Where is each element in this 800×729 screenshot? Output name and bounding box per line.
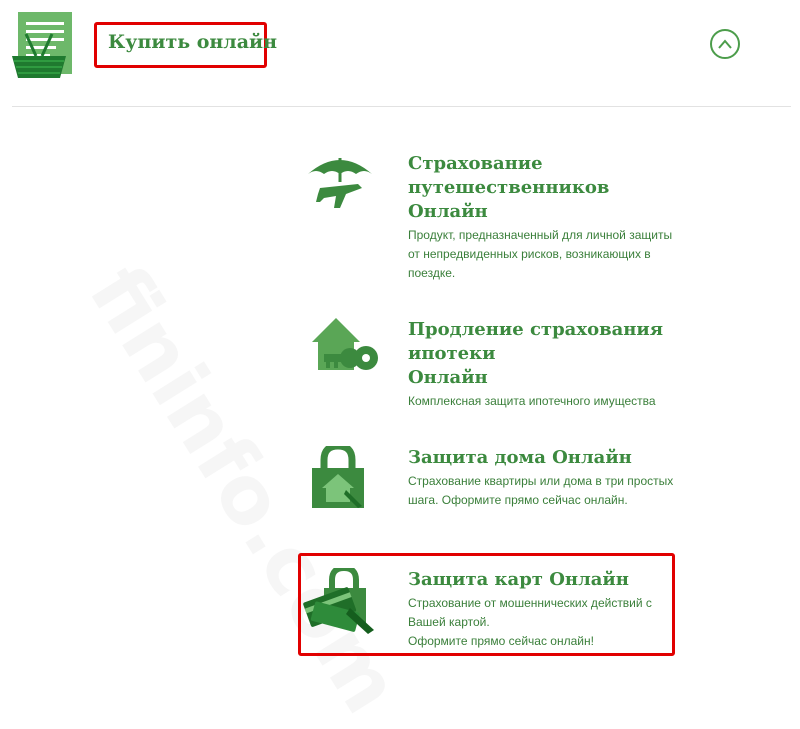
product-title[interactable]: Страхование путешественников Онлайн (408, 152, 738, 224)
product-description: Комплексная защита ипотечного имущества (408, 394, 656, 408)
padlock-house-icon (300, 442, 380, 516)
collapse-button[interactable] (710, 29, 740, 59)
padlock-cards-icon (300, 564, 380, 638)
shopping-basket-icon (12, 12, 76, 78)
product-title[interactable]: Защита дома Онлайн (408, 446, 738, 470)
umbrella-plane-icon (300, 152, 380, 222)
product-title[interactable]: Защита карт Онлайн (408, 568, 738, 592)
house-key-icon (300, 318, 380, 388)
product-description: Продукт, предназначенный для личной защи… (408, 228, 673, 280)
divider (12, 106, 791, 107)
page-title[interactable]: Купить онлайн (108, 31, 277, 53)
chevron-up-icon (718, 39, 732, 49)
product-title[interactable]: Продление страхования ипотеки Онлайн (408, 318, 738, 390)
product-description: Страхование квартиры или дома в три прос… (408, 474, 674, 507)
product-description: Страхование от мошеннических действий с … (408, 596, 652, 648)
